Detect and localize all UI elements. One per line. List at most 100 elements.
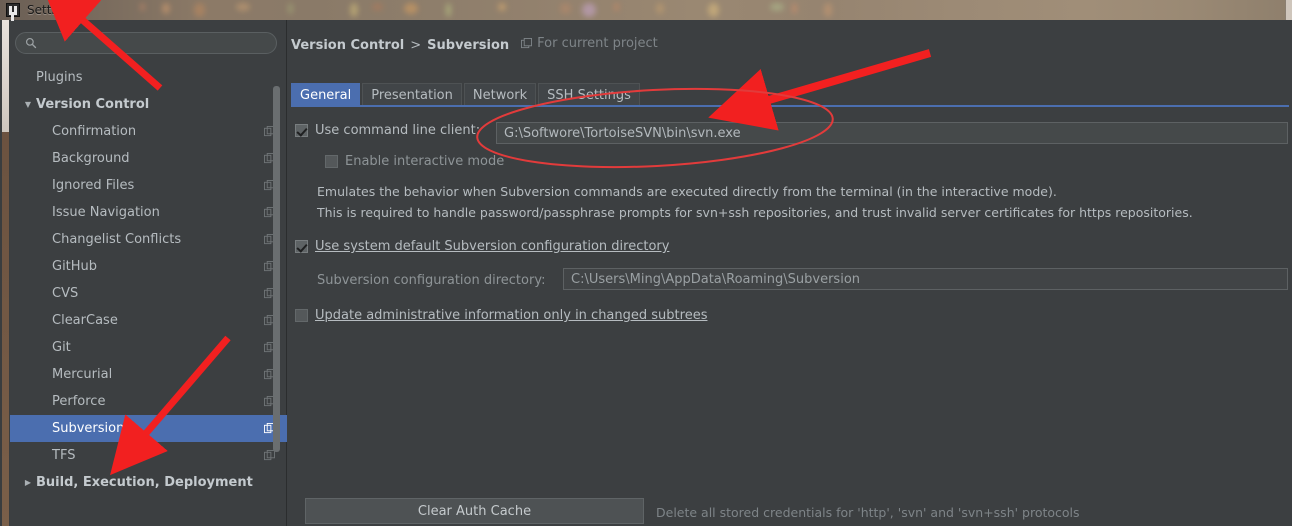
window-titlebar: Settings [0,0,76,20]
sidebar-item-ignored-files[interactable]: Ignored Files [10,172,287,199]
desktop-blur-blob [288,3,293,14]
dialog-edge-brown-segment [2,132,9,526]
sidebar-item-label: TFS [52,448,76,463]
config-directory-field[interactable]: C:\Users\Ming\AppData\Roaming\Subversion [563,268,1288,290]
sidebar-item-label: Changelist Conflicts [52,232,182,247]
desktop-blur-blob [236,3,250,11]
desktop-blur-blob [162,3,170,14]
sidebar-item-github[interactable]: GitHub [10,253,287,280]
dialog-edge-light-segment [2,20,9,132]
desktop-blur-blob [446,3,451,17]
use-command-line-client-checkbox[interactable] [295,124,308,137]
sidebar-item-label: GitHub [52,259,98,274]
desktop-blur-blob [498,3,506,11]
window-title-text: Settings [27,3,77,17]
desktop-blur-blob [708,3,719,17]
use-system-default-config-row[interactable]: Use system default Subversion configurat… [295,239,669,254]
sidebar-item-label: Issue Navigation [52,205,160,220]
clear-auth-cache-button-label: Clear Auth Cache [417,503,532,519]
use-command-line-client-label: Use command line client: [315,123,481,138]
sidebar-item-build-execution-deployment[interactable]: ▶ Build, Execution, Deployment [10,469,287,496]
sidebar-search[interactable] [15,32,277,54]
sidebar-item-changelist-conflicts[interactable]: Changelist Conflicts [10,226,287,253]
desktop-blur-blob [140,3,145,11]
copy-settings-icon[interactable] [264,450,275,461]
tab-network[interactable]: Network [463,83,537,106]
desktop-blur-blob [372,3,383,11]
sidebar-item-background[interactable]: Background [10,145,287,172]
sidebar-item-label: Perforce [52,394,106,409]
intellij-idea-logo-icon [6,3,20,17]
desktop-blur-blob [614,3,619,11]
desktop-blur-blob [404,3,418,14]
interactive-mode-description-line-1: Emulates the behavior when Subversion co… [317,184,1057,199]
sidebar-item-label: Mercurial [52,367,113,382]
desktop-blur-blob [770,3,784,11]
tab-general[interactable]: General [291,83,361,106]
desktop-blur-blob [656,3,664,14]
tab-ssh-settings[interactable]: SSH Settings [538,83,640,106]
search-box[interactable] [15,32,277,54]
use-command-line-client-row[interactable]: Use command line client: [295,123,480,138]
copy-settings-icon-wrap[interactable] [264,450,275,461]
dialog-left-edge [0,20,10,526]
sidebar-item-label: Confirmation [52,124,137,139]
sidebar-item-issue-navigation[interactable]: Issue Navigation [10,199,287,226]
sidebar-item-label: Build, Execution, Deployment [36,475,253,490]
command-line-client-path-value: G:\Softwore\TortoiseSVN\bin\svn.exe [504,125,741,141]
config-directory-label: Subversion configuration directory: [317,273,546,288]
tab-presentation[interactable]: Presentation [362,83,462,106]
clear-auth-cache-note: Delete all stored credentials for 'http'… [656,505,1080,520]
sidebar-item-label: Background [52,151,130,166]
search-input[interactable] [43,34,258,52]
tab-active-underline [291,105,1289,107]
general-tab-panel: Use command line client: G:\Softwore\Tor… [291,112,1289,526]
sidebar-item-label: Git [52,340,71,355]
sidebar-scrollbar-thumb[interactable] [273,86,280,452]
sidebar-item-label: Ignored Files [52,178,135,193]
background-window-sliver [1285,0,1292,20]
desktop-blur-blob [560,3,571,14]
breadcrumb: Version Control > Subversion For current… [291,36,658,53]
enable-interactive-mode-row[interactable]: Enable interactive mode [325,154,504,169]
sidebar-item-perforce[interactable]: Perforce [10,388,287,415]
settings-tabs[interactable]: General Presentation Network SSH Settings [291,82,1289,106]
settings-content-pane: Version Control > Subversion For current… [288,20,1292,526]
update-admin-info-label: Update administrative information only i… [315,308,708,323]
breadcrumb-scope-label: For current project [537,36,658,51]
sidebar-item-git[interactable]: Git [10,334,287,361]
sidebar-item-plugins[interactable]: Plugins [10,64,287,91]
use-system-default-config-checkbox[interactable] [295,240,308,253]
update-admin-info-checkbox[interactable] [295,309,308,322]
breadcrumb-root[interactable]: Version Control [291,38,404,53]
enable-interactive-mode-checkbox[interactable] [325,155,338,168]
clear-auth-cache-button[interactable]: Clear Auth Cache [305,498,644,524]
desktop-background-strip [0,0,1292,20]
sidebar-item-cvs[interactable]: CVS [10,280,287,307]
sidebar-item-subversion[interactable]: Subversion [10,415,287,442]
command-line-client-path-field[interactable]: G:\Softwore\TortoiseSVN\bin\svn.exe [496,122,1288,144]
sidebar-item-tfs[interactable]: TFS [10,442,287,469]
settings-sidebar: Plugins ▼ Version Control Confirmation Backg… [10,20,287,526]
sidebar-item-label: Plugins [36,70,83,85]
breadcrumb-leaf: Subversion [427,38,510,53]
sidebar-item-mercurial[interactable]: Mercurial [10,361,287,388]
sidebar-item-confirmation[interactable]: Confirmation [10,118,287,145]
settings-dialog: Plugins ▼ Version Control Confirmation Backg… [0,20,1292,526]
desktop-blur-blob [582,3,596,17]
update-admin-info-row[interactable]: Update administrative information only i… [295,308,707,323]
project-scope-icon [521,38,533,49]
sidebar-item-clearcase[interactable]: ClearCase [10,307,287,334]
settings-tree[interactable]: Plugins ▼ Version Control Confirmation Backg… [10,64,287,526]
use-system-default-config-label: Use system default Subversion configurat… [315,239,670,254]
sidebar-item-version-control[interactable]: ▼ Version Control [10,91,287,118]
interactive-mode-description-line-2: This is required to handle password/pass… [317,205,1193,220]
desktop-blur-blob [194,3,205,17]
sidebar-item-label: Version Control [36,97,150,112]
desktop-blur-blob [824,3,832,17]
chevron-right-icon[interactable]: ▶ [20,478,36,487]
sidebar-item-label: CVS [52,286,79,301]
desktop-blur-blob [350,3,358,17]
settings-dialog-screenshot: Settings Plugins ▼ Version Control Confirma… [0,0,1292,526]
chevron-down-icon[interactable]: ▼ [20,100,36,109]
